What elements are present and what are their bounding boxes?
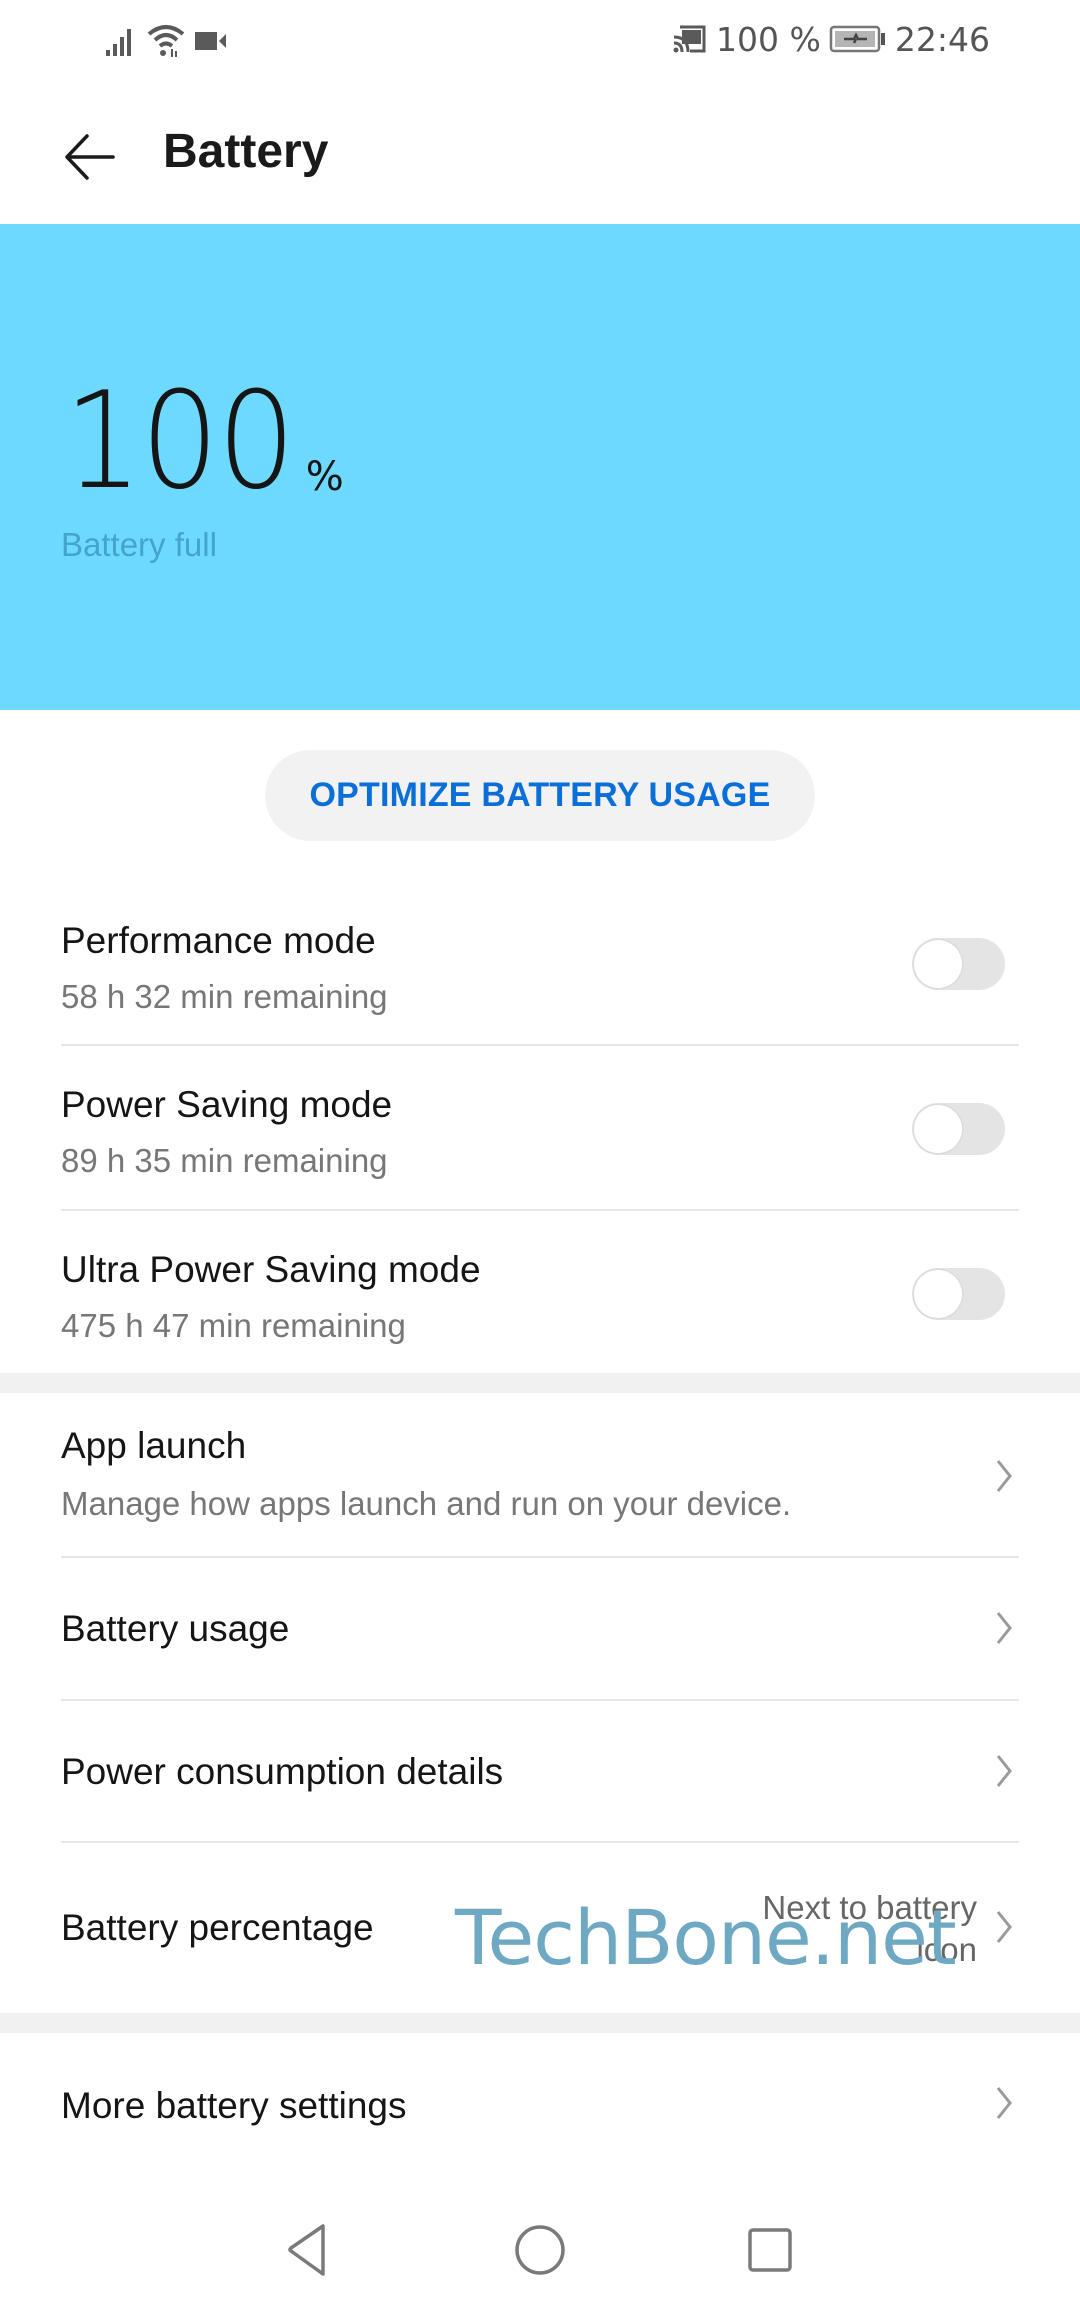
- list-item-title: Performance mode: [61, 920, 376, 961]
- signal-icon: [106, 29, 131, 56]
- list-item-title: Ultra Power Saving mode: [61, 1249, 481, 1290]
- home-circle-icon: [515, 2225, 565, 2275]
- list-item-more-battery-settings[interactable]: More battery settings: [0, 2033, 1080, 2173]
- app-bar: Battery: [0, 80, 1080, 224]
- list-item-power-consumption-details[interactable]: Power consumption details: [0, 1701, 1080, 1842]
- nav-back-button[interactable]: [273, 2220, 343, 2280]
- performance-mode-toggle[interactable]: [912, 938, 1005, 990]
- battery-charging-icon: [829, 25, 885, 53]
- optimize-battery-usage-button[interactable]: OPTIMIZE BATTERY USAGE: [265, 750, 815, 841]
- toggle-thumb: [914, 1270, 962, 1318]
- status-bar: 100 % 22:46: [0, 0, 1080, 80]
- back-button[interactable]: [56, 122, 126, 192]
- list-item-performance-mode[interactable]: Performance mode 58 h 32 min remaining: [0, 880, 1080, 1045]
- chevron-right-icon: [996, 1612, 1012, 1644]
- battery-level-panel: 100 % Battery full: [0, 224, 1080, 710]
- list-item-app-launch[interactable]: App launch Manage how apps launch and ru…: [0, 1393, 1080, 1556]
- power-saving-mode-toggle[interactable]: [912, 1103, 1005, 1155]
- recents-square-icon: [748, 2228, 792, 2272]
- list-item-title: More battery settings: [61, 2085, 407, 2126]
- list-item-title: Power Saving mode: [61, 1084, 393, 1125]
- nav-home-button[interactable]: [505, 2220, 575, 2280]
- page-title: Battery: [163, 125, 329, 178]
- list-item-battery-usage[interactable]: Battery usage: [0, 1558, 1080, 1699]
- battery-percent-text: 100 %: [716, 19, 821, 59]
- list-item-ultra-power-saving-mode[interactable]: Ultra Power Saving mode 475 h 47 min rem…: [0, 1211, 1080, 1373]
- battery-level: 100 %: [64, 374, 344, 508]
- toggle-thumb: [914, 940, 962, 988]
- value-line-2: icon: [916, 1931, 977, 1968]
- chevron-right-icon: [996, 1911, 1012, 1943]
- value-line-1: Next to battery: [762, 1889, 977, 1926]
- list-item-subtitle: 89 h 35 min remaining: [61, 1142, 388, 1179]
- battery-level-number: 100: [64, 363, 296, 519]
- toggle-thumb: [914, 1105, 962, 1153]
- list-item-title: Power consumption details: [61, 1751, 504, 1792]
- wifi-icon: [147, 25, 185, 57]
- chevron-right-icon: [996, 1460, 1012, 1492]
- list-item-battery-percentage[interactable]: Battery percentage Next to battery icon: [0, 1843, 1080, 2013]
- chevron-right-icon: [996, 1755, 1012, 1787]
- video-camera-icon: [195, 32, 226, 50]
- list-item-subtitle: 475 h 47 min remaining: [61, 1307, 406, 1344]
- navigation-bar: [0, 2190, 1080, 2312]
- section-separator: [0, 2013, 1080, 2033]
- list-item-subtitle: 58 h 32 min remaining: [61, 978, 388, 1015]
- chevron-right-icon: [996, 2087, 1012, 2119]
- nav-recents-button[interactable]: [735, 2220, 805, 2280]
- status-bar-right: 100 % 22:46: [672, 18, 990, 60]
- list-item-subtitle: Manage how apps launch and run on your d…: [61, 1485, 792, 1522]
- battery-status-text: Battery full: [61, 526, 217, 563]
- list-item-title: App launch: [61, 1425, 247, 1466]
- back-triangle-icon: [288, 2224, 325, 2276]
- arrow-left-icon: [65, 134, 115, 180]
- clock: 22:46: [894, 19, 990, 59]
- screencast-icon: [673, 25, 706, 53]
- battery-percentage-value: Next to battery icon: [717, 1887, 977, 1971]
- section-separator: [0, 1373, 1080, 1393]
- list-item-power-saving-mode[interactable]: Power Saving mode 89 h 35 min remaining: [0, 1046, 1080, 1210]
- list-item-title: Battery usage: [61, 1608, 290, 1649]
- status-bar-left: [104, 22, 228, 58]
- ultra-power-saving-mode-toggle[interactable]: [912, 1268, 1005, 1320]
- list-item-title: Battery percentage: [61, 1907, 374, 1948]
- battery-level-unit: %: [305, 454, 344, 500]
